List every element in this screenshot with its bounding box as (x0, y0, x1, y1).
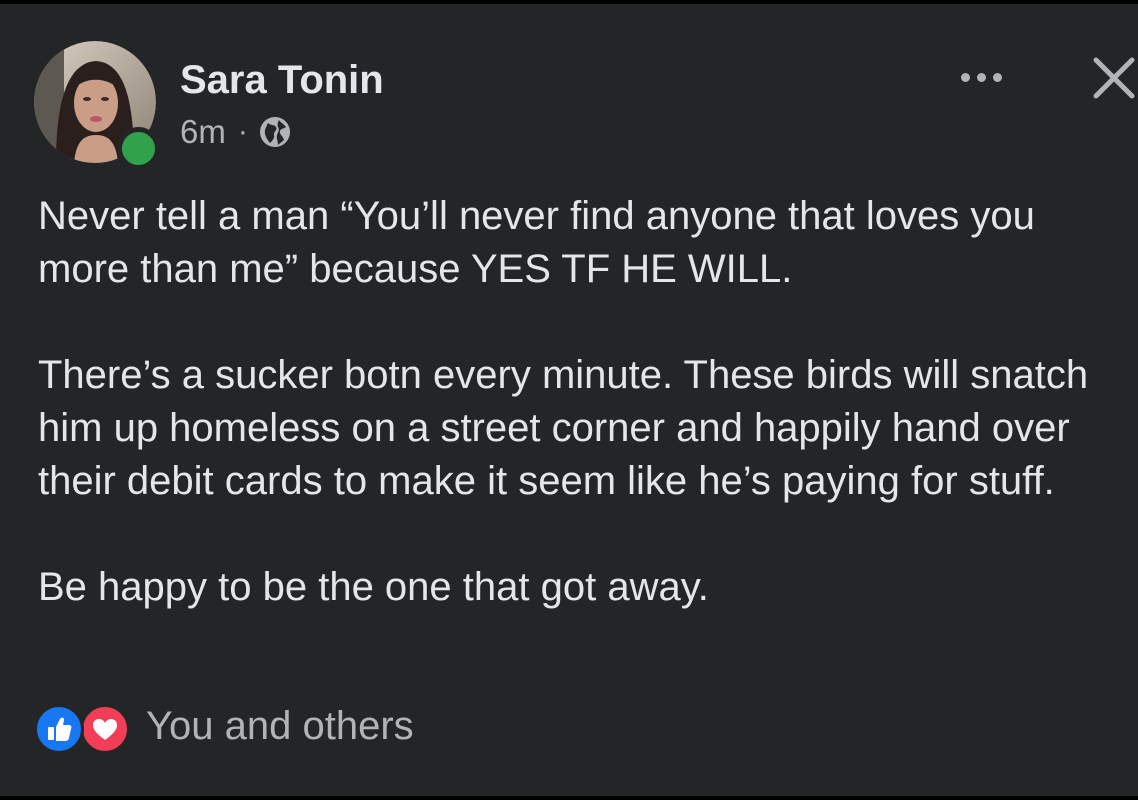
post-timestamp[interactable]: 6m (180, 113, 226, 151)
globe-icon[interactable] (258, 115, 292, 149)
love-icon (80, 704, 130, 754)
post-paragraph: Be happy to be the one that got away. (38, 565, 709, 609)
author-avatar[interactable] (34, 41, 160, 170)
more-options-icon[interactable] (950, 60, 1012, 94)
online-status-indicator (117, 127, 160, 170)
facebook-post: Sara Tonin 6m · Never tell a man “You’ll… (0, 4, 1138, 796)
post-meta: 6m · (180, 112, 292, 152)
meta-separator: · (237, 115, 248, 148)
reaction-icons (34, 702, 134, 754)
more-dot (992, 72, 1002, 82)
post-paragraph: There’s a sucker botn every minute. Thes… (38, 353, 1100, 503)
like-icon (34, 704, 84, 754)
author-name[interactable]: Sara Tonin (180, 56, 384, 104)
reactions-summary[interactable]: You and others (34, 702, 414, 754)
more-dot (976, 72, 986, 82)
close-icon[interactable] (1084, 52, 1138, 106)
reactions-summary-text[interactable]: You and others (146, 704, 414, 749)
more-dot (960, 72, 970, 82)
screenshot-frame: Sara Tonin 6m · Never tell a man “You’ll… (0, 0, 1138, 800)
post-paragraph: Never tell a man “You’ll never find anyo… (38, 194, 1046, 291)
post-body: Never tell a man “You’ll never find anyo… (38, 190, 1128, 614)
